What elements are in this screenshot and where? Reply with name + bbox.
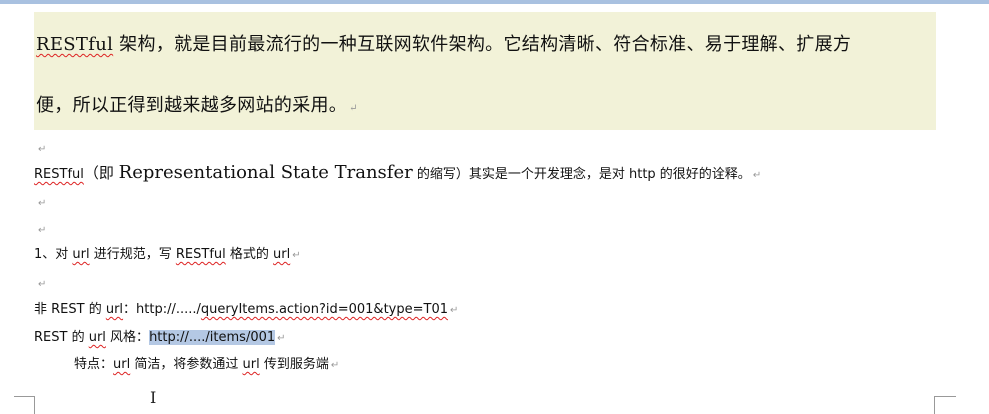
text-cursor-icon: I xyxy=(150,388,157,407)
item1-mid: 进行规范，写 xyxy=(89,247,176,262)
paragraph-mark: ↵ xyxy=(450,305,459,316)
feature-mid: 简洁，将参数通过 xyxy=(130,357,243,372)
url-word: url xyxy=(242,357,260,372)
rest-url-line: REST 的 url 风格：http://..../items/001 ↵ xyxy=(34,326,286,345)
url-word: url xyxy=(273,247,291,262)
restful-term: RESTful xyxy=(36,34,114,55)
non-rest-url-path: queryItems.action?id=001&type=T01 xyxy=(200,302,448,317)
url-word: url xyxy=(72,247,90,262)
restful-term: RESTful xyxy=(34,167,84,182)
feature-line: 特点：url 简洁，将参数通过 url 传到服务端 ↵ xyxy=(74,353,339,372)
paragraph-mark: ↵ xyxy=(752,170,762,181)
url-word: url xyxy=(88,330,106,345)
url-word: url xyxy=(105,302,124,317)
non-rest-prefix: 非 REST 的 xyxy=(34,302,106,317)
item1: 1、对 url 进行规范，写 RESTful 格式的 url ↵ xyxy=(34,243,301,262)
non-rest-colon: ：http://...../ xyxy=(123,302,201,317)
feature-prefix: 特点： xyxy=(74,357,114,372)
representational-state-transfer: Representational State Transfer xyxy=(118,162,413,183)
paragraph-mark: ↵ xyxy=(38,225,47,236)
para2-close: 的缩写）其实是一个开发理念，是对 http 的很好的诠释。 xyxy=(412,167,751,182)
para1-line1-text: 架构，就是目前最流行的一种互联网软件架构。它结构清晰、符合标准、易于理解、扩展方 xyxy=(113,34,852,55)
page-corner-right-vertical xyxy=(934,396,935,414)
page-corner-left-vertical xyxy=(34,396,35,414)
restful-term: RESTful xyxy=(175,247,226,262)
paragraph-mark: ↵ xyxy=(38,198,47,209)
page-corner-right xyxy=(934,396,956,397)
selected-rest-url[interactable]: http://..../items/001 xyxy=(149,330,276,345)
empty-paragraph: ↵ xyxy=(36,218,46,237)
feature-end: 传到服务端 xyxy=(259,357,329,372)
paragraph-mark: ↵ xyxy=(38,279,47,290)
para2: RESTful（即 Representational State Transfe… xyxy=(34,162,761,183)
para2-open: （即 xyxy=(83,164,119,182)
empty-paragraph: ↵ xyxy=(36,272,46,291)
paragraph-mark: ↵ xyxy=(330,360,340,371)
para1-line2: 便，所以正得到越来越多网站的采用。 ↵ xyxy=(36,91,358,117)
window-top-border xyxy=(0,0,989,4)
empty-paragraph: ↵ xyxy=(36,191,46,210)
rest-style: 风格： xyxy=(105,330,150,345)
paragraph-mark: ↵ xyxy=(292,250,301,261)
non-rest-url-line: 非 REST 的 url：http://...../queryItems.act… xyxy=(34,298,458,317)
paragraph-mark: ↵ xyxy=(38,144,47,155)
empty-paragraph: ↵ xyxy=(36,137,46,156)
paragraph-mark: ↵ xyxy=(349,103,358,114)
para1-line2-text: 便，所以正得到越来越多网站的采用。 xyxy=(36,95,348,116)
paragraph-mark: ↵ xyxy=(277,333,286,344)
page-corner-left xyxy=(14,396,34,397)
item1-mid2: 格式的 xyxy=(225,247,274,262)
para1-line1: RESTful 架构，就是目前最流行的一种互联网软件架构。它结构清晰、符合标准、… xyxy=(36,30,851,56)
rest-prefix: REST 的 xyxy=(34,330,89,345)
item1-prefix: 1、对 xyxy=(34,247,73,262)
url-word: url xyxy=(113,357,131,372)
